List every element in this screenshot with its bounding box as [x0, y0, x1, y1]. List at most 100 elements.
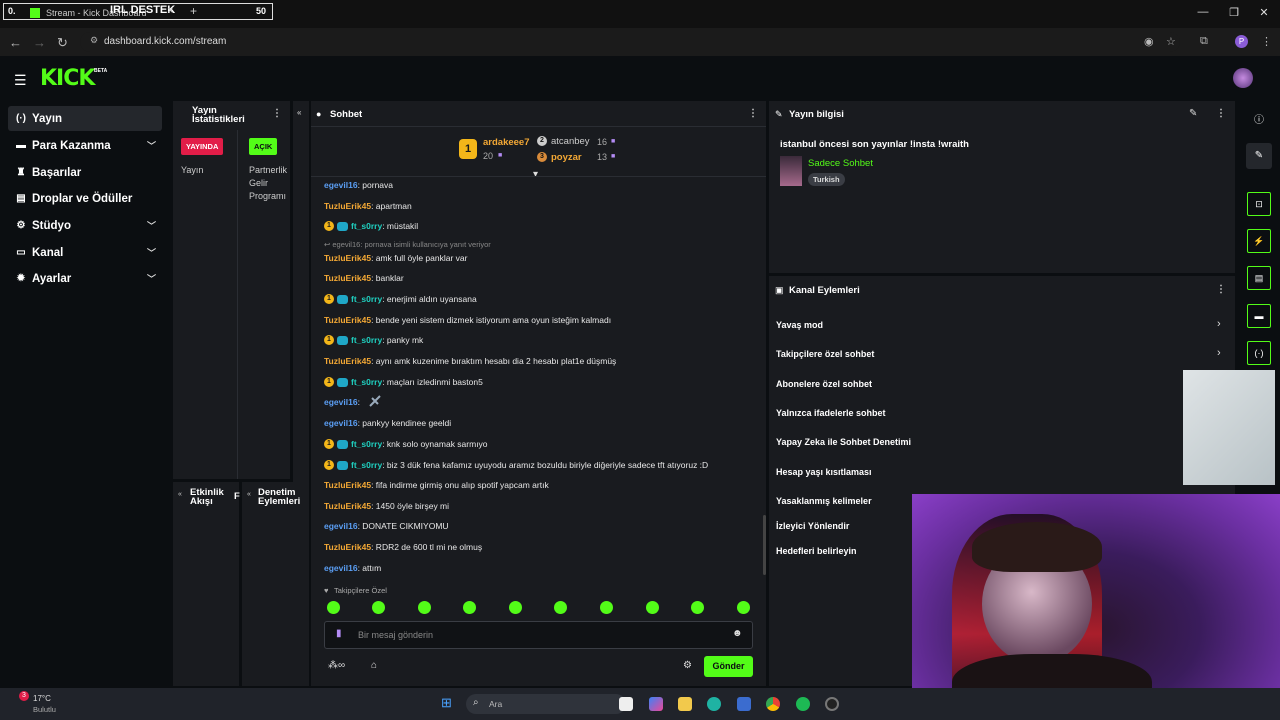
url-field[interactable]: dashboard.kick.com/stream: [80, 32, 1180, 52]
store-app-icon[interactable]: [737, 697, 751, 711]
emoji-picker-icon[interactable]: ☻: [732, 628, 743, 639]
chat-username[interactable]: ft_s0rry: [351, 460, 382, 470]
chat-settings-icon[interactable]: ⚙: [683, 660, 692, 671]
file-explorer-icon[interactable]: [678, 697, 692, 711]
sidebar-item-ayarlar[interactable]: ✹ Ayarlar ﹀: [8, 266, 162, 291]
chat-username[interactable]: TuzluErik45: [324, 542, 371, 552]
emote-icon[interactable]: [372, 601, 385, 614]
emote-icon[interactable]: [691, 601, 704, 614]
sidebar-item-yayin[interactable]: (·) Yayın: [8, 106, 162, 131]
users-icon[interactable]: ⁂∞: [328, 660, 345, 671]
chat-username[interactable]: TuzluErik45: [324, 501, 371, 511]
emote-icon[interactable]: [600, 601, 613, 614]
close-window-icon[interactable]: ✕: [1256, 6, 1272, 19]
channel-action-item[interactable]: Yasaklanmış kelimeler: [776, 496, 872, 506]
chat-username[interactable]: ft_s0rry: [351, 294, 382, 304]
sidebar-item-studyo[interactable]: ⚙ Stüdyo ﹀: [8, 213, 162, 238]
stream-info-menu-icon[interactable]: ⋮: [1216, 108, 1226, 119]
sidebar-item-para-kazanma[interactable]: ▬ Para Kazanma ﹀: [8, 133, 162, 158]
channel-action-item[interactable]: İzleyici Yönlendir: [776, 521, 849, 531]
leader-3-name[interactable]: poyzar: [551, 152, 582, 163]
chat-username[interactable]: egevil16: [324, 397, 358, 407]
document-icon[interactable]: ▤: [1247, 266, 1271, 290]
chat-username[interactable]: ft_s0rry: [351, 439, 382, 449]
chat-popout-icon[interactable]: ▬: [1247, 304, 1271, 328]
emote-icon[interactable]: [327, 601, 340, 614]
activity-arrows-icon[interactable]: «: [178, 491, 182, 498]
chat-username[interactable]: TuzluErik45: [324, 253, 371, 263]
chat-username[interactable]: TuzluErik45: [324, 273, 371, 283]
info-icon[interactable]: ⓘ: [1254, 111, 1264, 126]
chat-username[interactable]: TuzluErik45: [324, 315, 371, 325]
lightning-icon[interactable]: ⚡: [1247, 229, 1271, 253]
emote-icon[interactable]: [646, 601, 659, 614]
clip-icon[interactable]: ⊡: [1247, 192, 1271, 216]
chevron-right-icon[interactable]: ›: [1217, 318, 1221, 330]
chat-username[interactable]: egevil16: [324, 563, 358, 573]
kick-logo[interactable]: KICK: [40, 66, 95, 91]
emote-icon[interactable]: [737, 601, 750, 614]
hamburger-menu-icon[interactable]: ☰: [14, 72, 27, 89]
channel-action-item[interactable]: Yalnızca ifadelerle sohbet: [776, 408, 886, 418]
chat-scrollbar[interactable]: [763, 515, 766, 575]
sidebar-item-droplar[interactable]: ▤ Droplar ve Ödüller: [8, 186, 162, 211]
copilot-icon[interactable]: [649, 697, 663, 711]
channel-action-item[interactable]: Yavaş mod: [776, 320, 823, 330]
maximize-icon[interactable]: ❐: [1226, 6, 1242, 19]
chrome-icon[interactable]: [766, 697, 780, 711]
leader-2-name[interactable]: atcanbey: [551, 136, 590, 147]
channel-action-item[interactable]: Abonelere özel sohbet: [776, 379, 872, 389]
user-avatar[interactable]: [1233, 68, 1253, 88]
channel-action-item[interactable]: Hedefleri belirleyin: [776, 546, 857, 556]
sidebar-item-basarilar[interactable]: ♜ Başarılar: [8, 160, 162, 185]
spotify-icon[interactable]: [796, 697, 810, 711]
sidebar-item-kanal[interactable]: ▭ Kanal ﹀: [8, 240, 162, 265]
task-view-icon[interactable]: [619, 697, 633, 711]
windows-start-icon[interactable]: ⊞: [441, 695, 452, 711]
broadcast-signal-icon[interactable]: (·): [1247, 341, 1271, 365]
mic-icon[interactable]: ▮: [336, 628, 342, 639]
browser-profile-avatar[interactable]: P: [1235, 35, 1248, 48]
back-icon[interactable]: ←: [9, 35, 22, 50]
reload-icon[interactable]: ↻: [57, 35, 68, 51]
emote-icon[interactable]: [509, 601, 522, 614]
new-tab-button[interactable]: +: [190, 4, 197, 18]
moderation-arrows-icon[interactable]: «: [247, 491, 251, 498]
obs-icon[interactable]: [825, 697, 839, 711]
emote-icon[interactable]: [554, 601, 567, 614]
emote-icon[interactable]: [463, 601, 476, 614]
collapse-arrows-icon[interactable]: «: [297, 108, 301, 117]
send-button[interactable]: Gönder: [704, 656, 753, 677]
weather-temp[interactable]: 17°C: [33, 694, 51, 703]
browser-menu-icon[interactable]: ⋮: [1261, 35, 1272, 48]
chat-username[interactable]: egevil16: [324, 418, 358, 428]
chat-username[interactable]: egevil16: [324, 521, 358, 531]
edit-icon[interactable]: ✎: [1189, 108, 1197, 119]
channel-action-item[interactable]: Takipçilere özel sohbet: [776, 349, 874, 359]
leaderboard-collapse-icon[interactable]: ▾: [533, 169, 538, 180]
emote-icon[interactable]: [418, 601, 431, 614]
extensions-icon[interactable]: ⧉: [1200, 35, 1208, 48]
chevron-right-icon[interactable]: ›: [1217, 347, 1221, 359]
chat-username[interactable]: TuzluErik45: [324, 201, 371, 211]
store-icon[interactable]: ⌂: [371, 660, 377, 671]
channel-action-item[interactable]: Yapay Zeka ile Sohbet Denetimi: [776, 437, 911, 447]
edit-panel-icon[interactable]: ✎: [1246, 143, 1272, 169]
forward-icon[interactable]: →: [33, 35, 46, 50]
chat-username[interactable]: ft_s0rry: [351, 377, 382, 387]
chat-username[interactable]: TuzluErik45: [324, 356, 371, 366]
chat-username[interactable]: ft_s0rry: [351, 221, 382, 231]
edge-icon[interactable]: [707, 697, 721, 711]
leader-1-name[interactable]: ardakeee7: [483, 137, 529, 148]
eye-off-icon[interactable]: ◉: [1144, 35, 1154, 48]
chat-username[interactable]: ft_s0rry: [351, 335, 382, 345]
minimize-icon[interactable]: —: [1195, 6, 1211, 18]
channel-action-item[interactable]: Hesap yaşı kısıtlaması: [776, 467, 872, 477]
channel-actions-menu-icon[interactable]: ⋮: [1216, 284, 1226, 295]
tab-close-icon[interactable]: ×: [167, 5, 173, 17]
category-link[interactable]: Sadece Sohbet: [808, 158, 873, 169]
site-info-icon[interactable]: ⚙: [90, 35, 98, 46]
chat-username[interactable]: egevil16: [324, 180, 358, 190]
chat-menu-icon[interactable]: ⋮: [748, 108, 758, 119]
bookmark-star-icon[interactable]: ☆: [1166, 35, 1176, 48]
